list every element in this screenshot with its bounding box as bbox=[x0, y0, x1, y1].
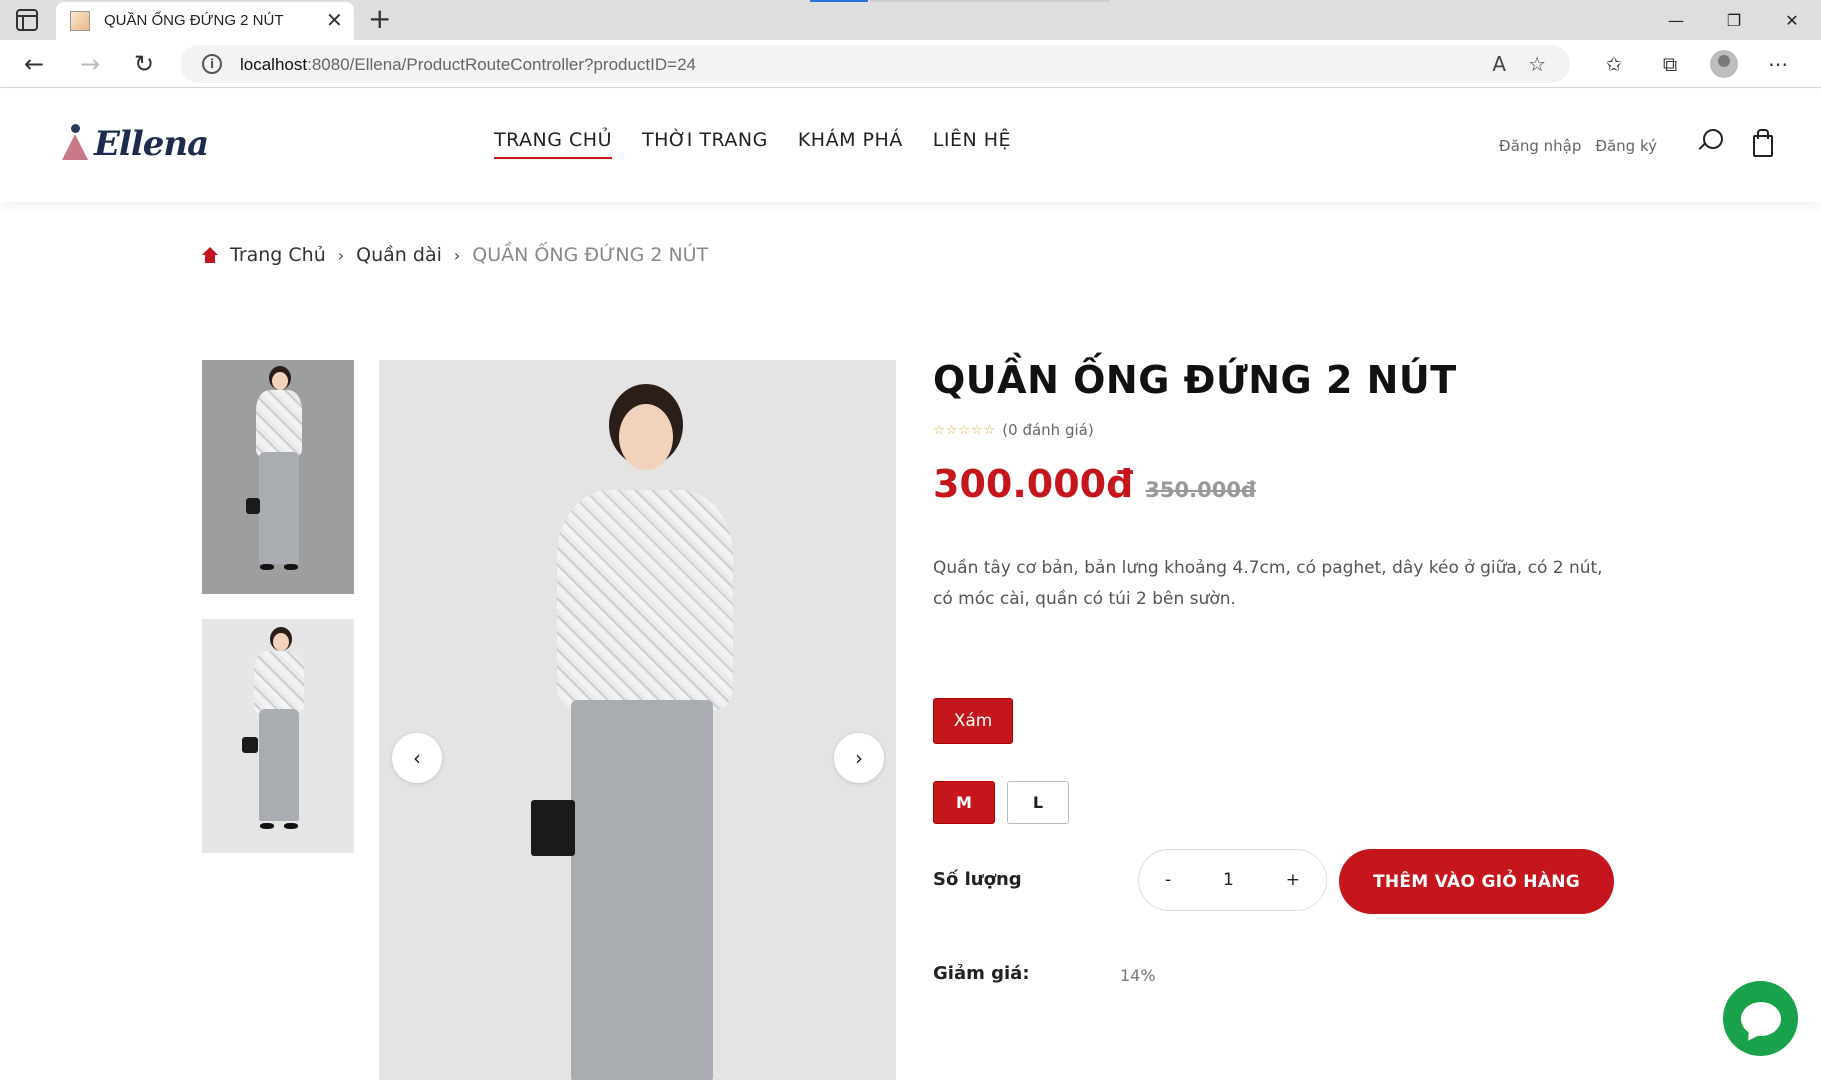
close-window-icon[interactable]: ✕ bbox=[1763, 0, 1821, 40]
size-option-m[interactable]: M bbox=[933, 781, 995, 824]
tab-strip-divider bbox=[870, 0, 1110, 2]
chat-button[interactable] bbox=[1723, 981, 1798, 1056]
url-actions: A ☆ bbox=[1492, 52, 1546, 76]
nav-item-fashion[interactable]: THỜI TRANG bbox=[642, 129, 768, 159]
chevron-left-icon: ‹ bbox=[413, 746, 421, 770]
rating-count[interactable]: (0 đánh giá) bbox=[1002, 421, 1093, 439]
new-tab-icon[interactable]: + bbox=[368, 4, 391, 34]
breadcrumb: Trang Chủ › Quần dài › QUẦN ỐNG ĐỨNG 2 N… bbox=[202, 244, 708, 266]
chevron-right-icon: › bbox=[337, 245, 345, 265]
site-header: Ellena TRANG CHỦ THỜI TRANG KHÁM PHÁ LIÊ… bbox=[0, 89, 1821, 202]
chevron-right-icon: › bbox=[453, 245, 461, 265]
carousel-next-button[interactable]: › bbox=[834, 733, 884, 783]
quantity-stepper: - 1 + bbox=[1138, 849, 1327, 911]
more-menu-icon[interactable]: ⋯ bbox=[1762, 48, 1794, 80]
url-path: :8080/Ellena/ProductRouteController?prod… bbox=[307, 55, 696, 74]
home-icon bbox=[202, 247, 218, 263]
chevron-right-icon: › bbox=[855, 746, 863, 770]
tab-title: QUẦN ỐNG ĐỨNG 2 NÚT bbox=[104, 12, 284, 29]
chat-bubble-icon bbox=[1740, 1001, 1781, 1036]
auth-links: Đăng nhập Đăng ký bbox=[1499, 137, 1657, 155]
nav-item-home[interactable]: TRANG CHỦ bbox=[494, 129, 612, 159]
site-logo[interactable]: Ellena bbox=[58, 122, 209, 166]
product-main-image[interactable]: ‹ › bbox=[379, 360, 896, 1080]
model-photo bbox=[379, 360, 896, 1080]
color-option-gray[interactable]: Xám bbox=[933, 698, 1013, 744]
url-text: localhost:8080/Ellena/ProductRouteContro… bbox=[240, 55, 696, 75]
discount-value: 14% bbox=[1120, 966, 1156, 985]
tab-strip-accent bbox=[810, 0, 868, 2]
old-price: 350.000đ bbox=[1145, 478, 1256, 502]
info-icon[interactable]: i bbox=[202, 54, 222, 74]
url-field[interactable]: i localhost:8080/Ellena/ProductRouteCont… bbox=[180, 45, 1570, 83]
model-photo bbox=[202, 619, 354, 853]
main-nav: TRANG CHỦ THỜI TRANG KHÁM PHÁ LIÊN HỆ bbox=[494, 129, 1011, 159]
add-favorite-icon[interactable]: ☆ bbox=[1528, 52, 1546, 76]
profile-avatar[interactable] bbox=[1710, 50, 1738, 78]
login-link[interactable]: Đăng nhập bbox=[1499, 137, 1581, 155]
nav-item-explore[interactable]: KHÁM PHÁ bbox=[798, 129, 903, 159]
product-rating: ☆☆☆☆☆ (0 đánh giá) bbox=[933, 421, 1094, 439]
nav-item-contact[interactable]: LIÊN HỆ bbox=[933, 129, 1011, 159]
price-row: 300.000đ 350.000đ bbox=[933, 462, 1256, 506]
breadcrumb-current: QUẦN ỐNG ĐỨNG 2 NÚT bbox=[472, 244, 709, 266]
discount-label: Giảm giá: bbox=[933, 963, 1030, 984]
product-description: Quần tây cơ bản, bản lưng khoảng 4.7cm, … bbox=[933, 558, 1603, 609]
breadcrumb-category[interactable]: Quần dài bbox=[356, 244, 442, 266]
collections-icon[interactable]: ⧉ bbox=[1654, 48, 1686, 80]
address-bar-row: ← → ↻ i localhost:8080/Ellena/ProductRou… bbox=[0, 40, 1821, 88]
model-photo bbox=[202, 360, 354, 594]
qty-decrease-button[interactable]: - bbox=[1165, 870, 1171, 890]
close-tab-icon[interactable]: ✕ bbox=[326, 8, 343, 32]
carousel-prev-button[interactable]: ‹ bbox=[392, 733, 442, 783]
back-icon[interactable]: ← bbox=[18, 48, 50, 80]
minimize-icon[interactable]: — bbox=[1647, 0, 1705, 40]
browser-toolbar: ✩ ⧉ ⋯ bbox=[1598, 48, 1794, 80]
search-icon[interactable] bbox=[1695, 127, 1725, 157]
url-host: localhost bbox=[240, 55, 308, 74]
product-title: QUẦN ỐNG ĐỨNG 2 NÚT bbox=[933, 358, 1457, 402]
read-aloud-icon[interactable]: A bbox=[1492, 52, 1506, 76]
qty-input[interactable]: 1 bbox=[1223, 870, 1234, 890]
tab-actions-icon[interactable] bbox=[16, 9, 38, 31]
favicon-icon bbox=[70, 11, 90, 31]
forward-icon[interactable]: → bbox=[74, 48, 106, 80]
window-controls: — ❐ ✕ bbox=[1647, 0, 1821, 40]
product-thumbnail-2[interactable] bbox=[202, 619, 354, 853]
logo-figure-icon bbox=[58, 122, 92, 166]
qty-increase-button[interactable]: + bbox=[1286, 870, 1300, 890]
size-option-l[interactable]: L bbox=[1007, 781, 1069, 824]
register-link[interactable]: Đăng ký bbox=[1595, 137, 1657, 155]
star-rating-icon: ☆☆☆☆☆ bbox=[933, 422, 997, 438]
add-to-cart-button[interactable]: THÊM VÀO GIỎ HÀNG bbox=[1339, 849, 1614, 914]
refresh-icon[interactable]: ↻ bbox=[128, 48, 160, 80]
breadcrumb-home[interactable]: Trang Chủ bbox=[230, 244, 326, 266]
logo-text: Ellena bbox=[94, 124, 209, 164]
cart-bag-icon[interactable] bbox=[1747, 127, 1777, 157]
restore-icon[interactable]: ❐ bbox=[1705, 0, 1763, 40]
browser-tab-bar: QUẦN ỐNG ĐỨNG 2 NÚT ✕ + — ❐ ✕ bbox=[0, 0, 1821, 40]
browser-tab[interactable]: QUẦN ỐNG ĐỨNG 2 NÚT ✕ bbox=[56, 2, 354, 40]
quantity-label: Số lượng bbox=[933, 869, 1022, 890]
favorites-icon[interactable]: ✩ bbox=[1598, 48, 1630, 80]
product-thumbnail-1[interactable] bbox=[202, 360, 354, 594]
current-price: 300.000đ bbox=[933, 462, 1134, 506]
